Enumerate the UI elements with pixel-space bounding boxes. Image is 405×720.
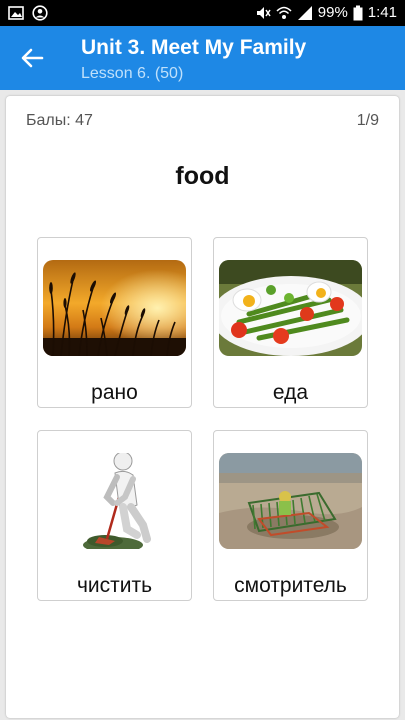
answer-option[interactable]: смотритель bbox=[213, 430, 368, 601]
score-label: Балы: 47 bbox=[26, 112, 93, 129]
quiz-word: food bbox=[175, 162, 230, 190]
sunset-wheat-image bbox=[43, 260, 186, 356]
battery-percent: 99% bbox=[317, 4, 348, 21]
wifi-icon bbox=[276, 6, 292, 19]
signal-icon bbox=[297, 5, 312, 20]
answer-option[interactable]: еда bbox=[213, 237, 368, 408]
battery-icon bbox=[353, 5, 363, 20]
option-label: смотритель bbox=[234, 574, 347, 597]
status-bar-left bbox=[8, 5, 48, 21]
page-title: Unit 3. Meet My Family bbox=[81, 36, 307, 59]
status-bar: 99% 1:41 bbox=[0, 0, 405, 26]
playpen-beach-image bbox=[219, 453, 362, 549]
option-label: чистить bbox=[76, 574, 153, 597]
mute-icon bbox=[256, 6, 271, 19]
quiz-card: Балы: 47 1/9 food рано еда чистить смотр… bbox=[6, 96, 399, 718]
option-label: рано bbox=[91, 381, 138, 404]
arrow-back-icon[interactable] bbox=[18, 44, 46, 72]
lesson-subtitle: Lesson 6. (50) bbox=[81, 65, 184, 82]
status-bar-right: 99% 1:41 bbox=[255, 4, 397, 21]
image-icon bbox=[8, 6, 24, 20]
answer-option[interactable]: рано bbox=[37, 237, 192, 408]
sweeping-figure-image bbox=[43, 453, 186, 549]
question-progress: 1/9 bbox=[356, 112, 379, 129]
app-bar: Unit 3. Meet My Family Lesson 6. (50) bbox=[0, 26, 405, 90]
account-circle-icon bbox=[32, 5, 48, 21]
answer-option[interactable]: чистить bbox=[37, 430, 192, 601]
food-plate-image bbox=[219, 260, 362, 356]
option-label: еда bbox=[272, 381, 309, 404]
clock: 1:41 bbox=[367, 4, 397, 21]
